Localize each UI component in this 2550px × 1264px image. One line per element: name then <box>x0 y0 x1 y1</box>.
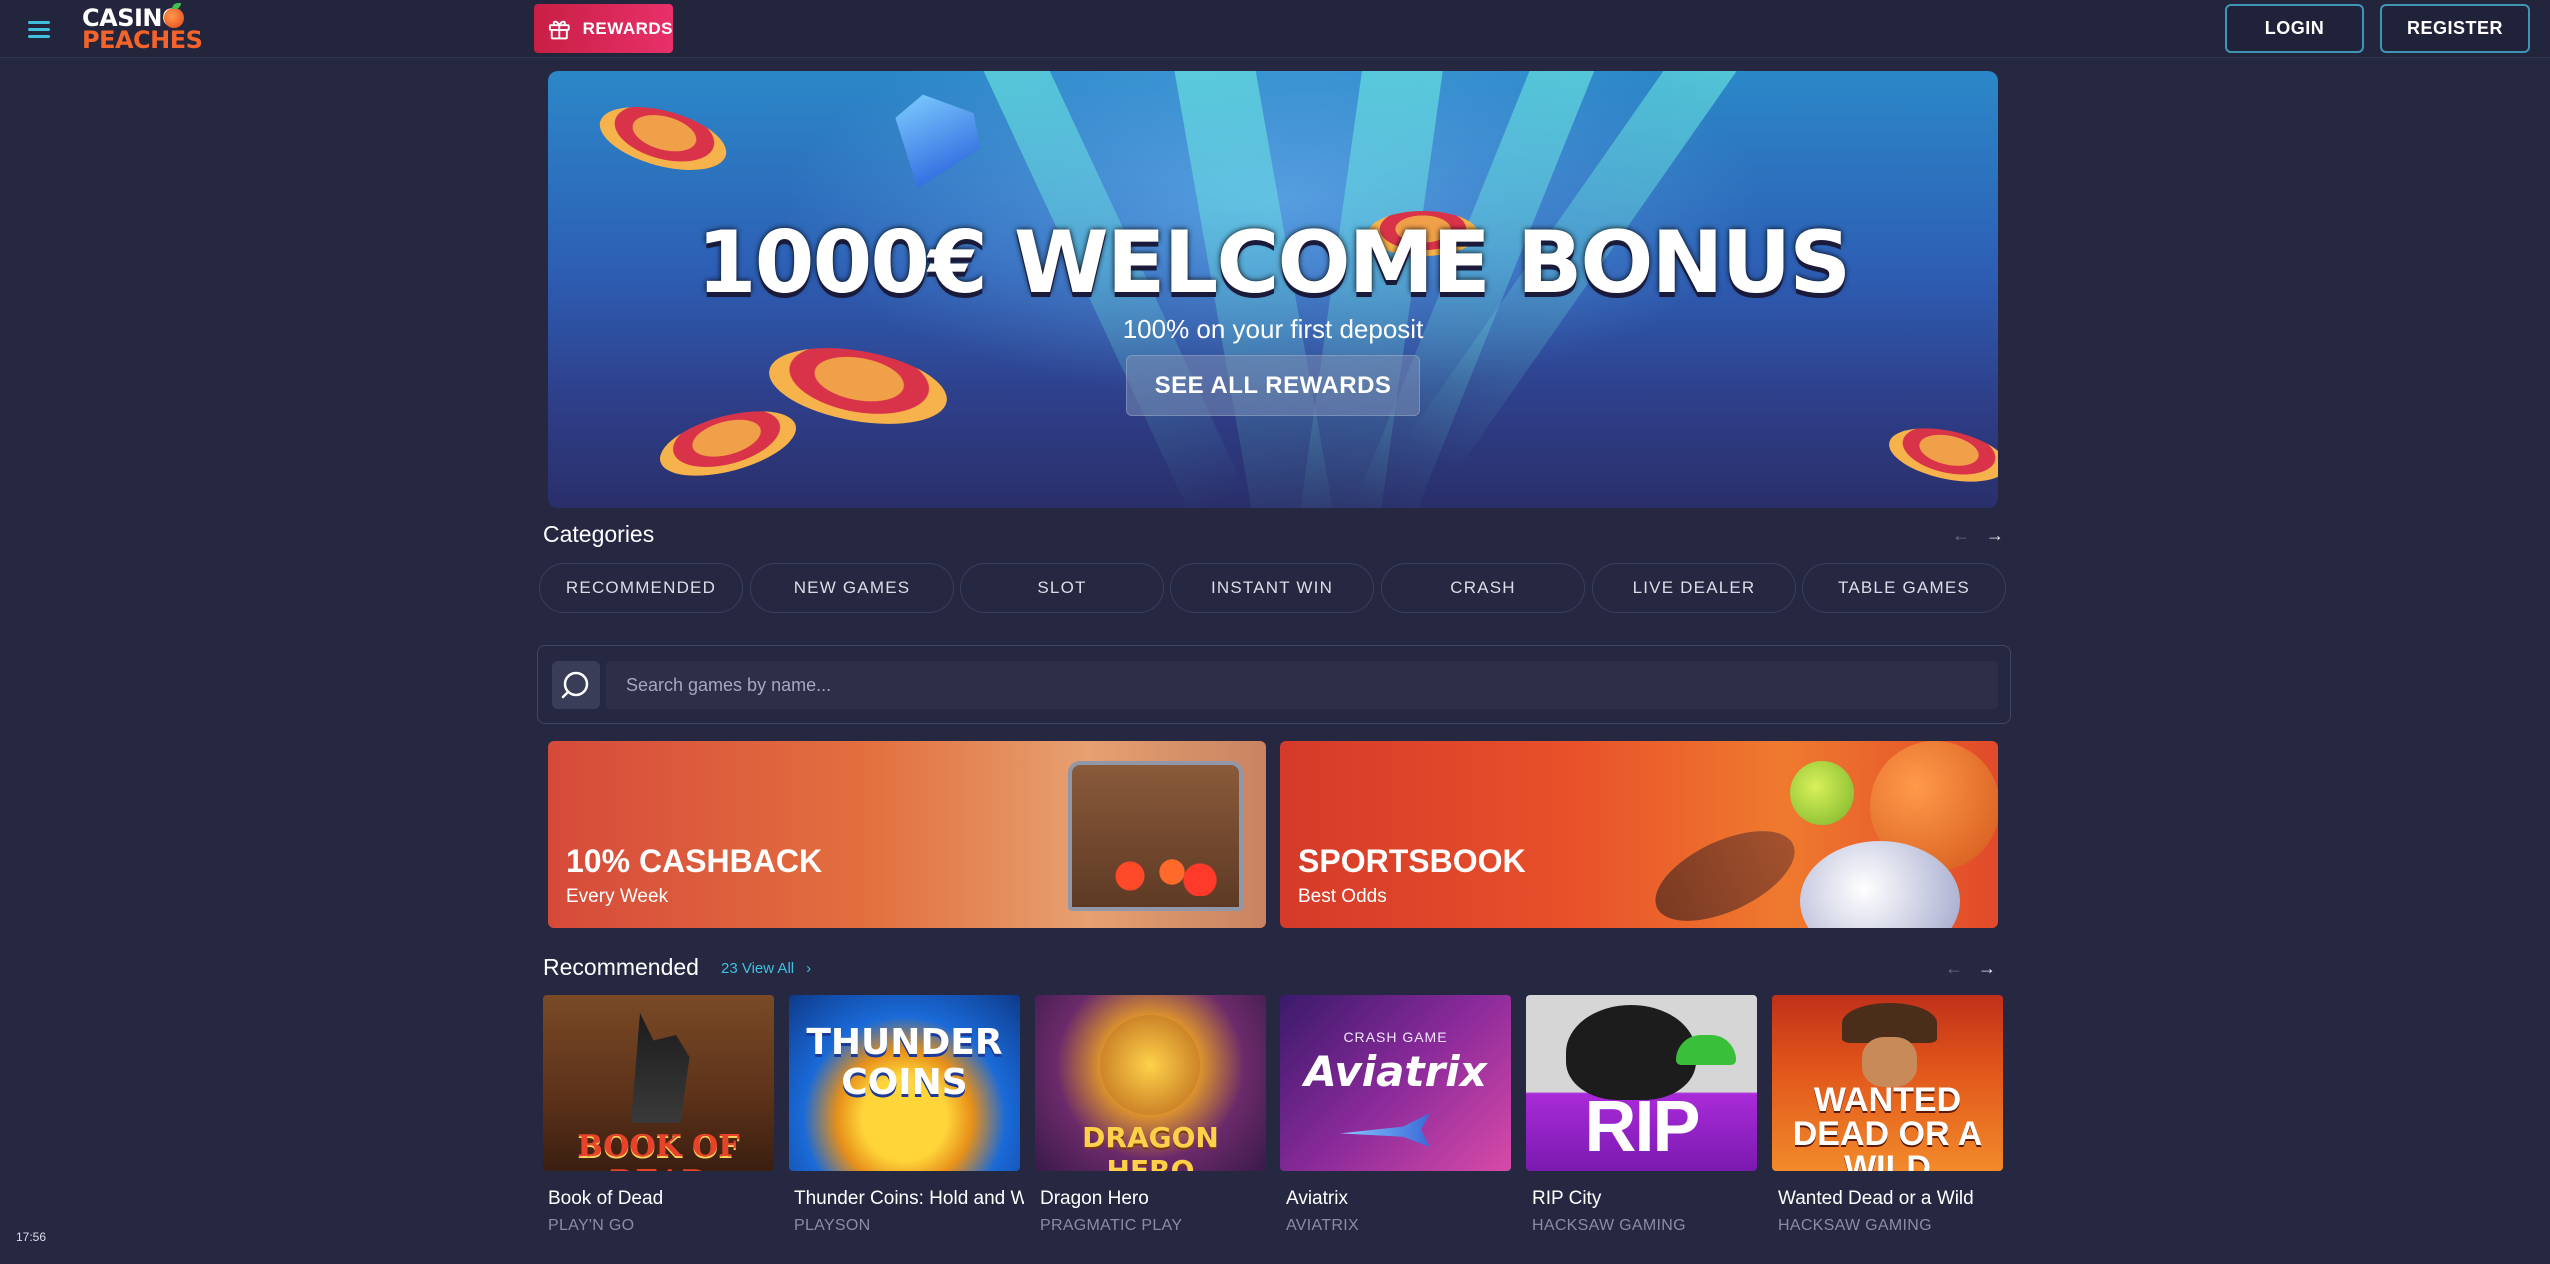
game-tile-thunder-coins[interactable]: THUNDER COINS <box>789 995 1020 1171</box>
recommended-heading: Recommended <box>543 954 699 980</box>
crash-game-label: CRASH GAME <box>1343 1029 1448 1045</box>
cashback-promo-card[interactable]: 10% CASHBACK Every Week <box>548 741 1266 928</box>
cashback-title: 10% CASHBACK <box>566 843 823 879</box>
categories-heading: Categories <box>543 521 655 547</box>
tennis-ball-icon <box>1790 761 1854 825</box>
recommended-prev-arrow-icon[interactable]: ← <box>1943 957 1965 979</box>
game-provider: AVIATRIX <box>1286 1217 1359 1234</box>
category-recommended[interactable]: RECOMMENDED <box>539 563 743 613</box>
search-icon <box>561 671 589 699</box>
sportsbook-subtitle: Best Odds <box>1298 886 1387 907</box>
game-provider: PRAGMATIC PLAY <box>1040 1217 1183 1234</box>
game-title: Dragon Hero <box>1040 1188 1149 1209</box>
anubis-icon <box>631 1013 690 1123</box>
game-title: Thunder Coins: Hold and W <box>794 1188 1024 1209</box>
game-title: Wanted Dead or a Wild <box>1778 1188 1974 1209</box>
hero-subtitle: 100% on your first deposit <box>1122 314 1424 344</box>
clock: 17:56 <box>16 1230 47 1244</box>
see-all-rewards-button[interactable]: SEE ALL REWARDS <box>1126 355 1420 416</box>
rip-city-logo: RIP CITY <box>1563 1087 1721 1171</box>
cashback-subtitle: Every Week <box>566 886 669 907</box>
game-tile-aviatrix[interactable]: CRASH GAME Aviatrix <box>1280 995 1511 1171</box>
dragon-icon <box>1100 1015 1200 1115</box>
cap-icon <box>1676 1035 1736 1065</box>
coin-decoration <box>653 398 803 489</box>
chevron-right-icon: › <box>806 960 812 977</box>
sportsbook-promo-card[interactable]: SPORTSBOOK Best Odds <box>1280 741 1998 928</box>
peach-icon <box>164 3 184 28</box>
strawberries-decoration <box>1088 856 1228 896</box>
thunder-coins-logo: THUNDER COINS <box>806 1022 1003 1103</box>
category-crash[interactable]: CRASH <box>1381 563 1585 613</box>
game-provider: PLAY'N GO <box>548 1217 635 1234</box>
game-tile-rip-city[interactable]: RIP CITY <box>1526 995 1757 1171</box>
cowboy-face-icon <box>1862 1037 1917 1087</box>
register-button[interactable]: REGISTER <box>2380 4 2530 53</box>
game-provider: PLAYSON <box>794 1217 871 1234</box>
plane-icon <box>1340 1113 1430 1147</box>
search-input[interactable] <box>606 661 1998 709</box>
search-button[interactable] <box>552 661 600 709</box>
category-instant-win[interactable]: INSTANT WIN <box>1170 563 1374 613</box>
category-slot[interactable]: SLOT <box>960 563 1164 613</box>
view-all-link[interactable]: 23 View All › <box>721 960 811 977</box>
login-button[interactable]: LOGIN <box>2225 4 2364 53</box>
hero-title: 1000€ WELCOME BONUS <box>696 213 1851 313</box>
recommended-next-arrow-icon[interactable]: → <box>1976 957 1998 979</box>
game-title: Aviatrix <box>1286 1188 1348 1209</box>
category-new-games[interactable]: NEW GAMES <box>750 563 954 613</box>
game-tile-book-of-dead[interactable]: BOOK OF DEAD <box>543 995 774 1171</box>
dragon-hero-logo: DRAGON HERO <box>1082 1121 1219 1171</box>
hamburger-menu-icon[interactable] <box>26 17 52 41</box>
coin-decoration <box>1884 419 1998 491</box>
game-tile-dragon-hero[interactable]: DRAGON HERO <box>1035 995 1266 1171</box>
casino-peaches-logo[interactable]: CASINO PEACHES <box>82 3 203 54</box>
game-title: Book of Dead <box>548 1188 664 1209</box>
gem-decoration <box>875 88 990 203</box>
game-provider: HACKSAW GAMING <box>1778 1217 1932 1234</box>
game-provider: HACKSAW GAMING <box>1532 1217 1686 1234</box>
game-search <box>537 645 2011 724</box>
coin-decoration <box>593 95 733 182</box>
categories-prev-arrow-icon[interactable]: ← <box>1950 524 1972 546</box>
welcome-bonus-banner[interactable]: 1000€ WELCOME BONUS 100% on your first d… <box>548 71 1998 508</box>
wanted-dead-logo: WANTED DEAD OR A WILD <box>1792 1081 1983 1171</box>
book-of-dead-logo: BOOK OF DEAD <box>577 1129 740 1171</box>
football-icon <box>1642 812 1808 928</box>
categories-next-arrow-icon[interactable]: → <box>1984 524 2006 546</box>
category-table-games[interactable]: TABLE GAMES <box>1802 563 2006 613</box>
rewards-label: REWARDS <box>582 18 673 38</box>
category-live-dealer[interactable]: LIVE DEALER <box>1592 563 1796 613</box>
game-tile-wanted-dead-or-a-wild[interactable]: WANTED DEAD OR A WILD <box>1772 995 2003 1171</box>
top-bar: CASINO PEACHES REWARDS LOGIN REGISTER <box>0 0 2550 58</box>
rewards-button[interactable]: REWARDS <box>534 4 673 53</box>
aviatrix-logo: Aviatrix <box>1304 1047 1487 1096</box>
game-title: RIP City <box>1532 1188 1602 1209</box>
gift-icon <box>548 20 570 39</box>
view-all-label: 23 View All <box>721 960 795 977</box>
sportsbook-title: SPORTSBOOK <box>1298 843 1526 879</box>
